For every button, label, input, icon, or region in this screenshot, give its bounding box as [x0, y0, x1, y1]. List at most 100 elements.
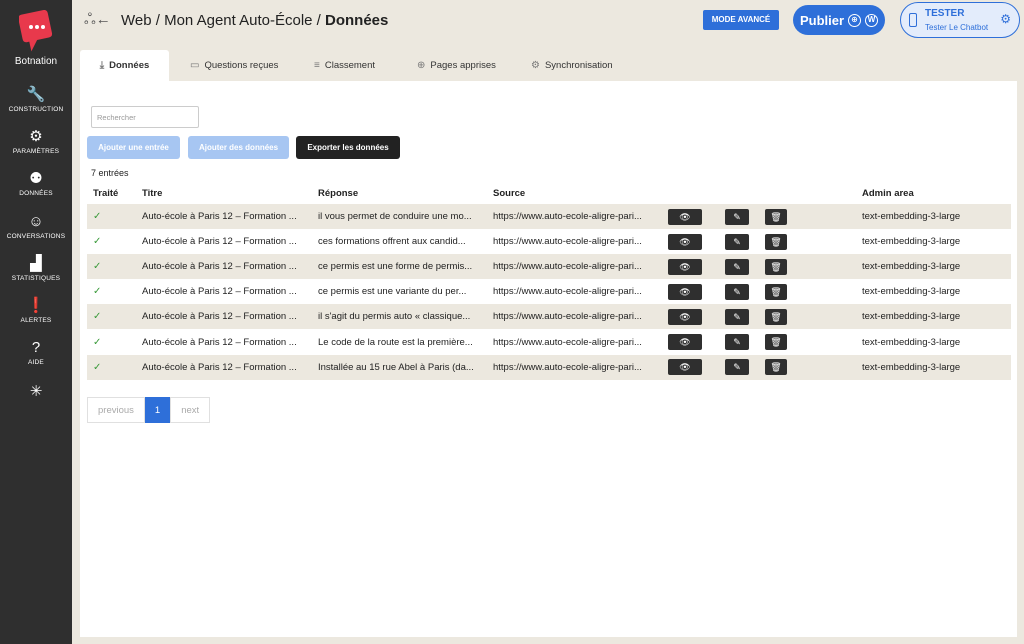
answer-cell: il vous permet de conduire une mo... [318, 211, 472, 223]
view-cell: 👁 [662, 355, 719, 380]
table-row[interactable]: ✓ Auto-école à Paris 12 – Formation ... il… [87, 204, 1011, 230]
admin-area-cell: text-embedding-3-large [862, 311, 961, 323]
tab-bar: ⤓ Données ▭ Questions reçues ≡ Classement ⊕… [80, 50, 640, 81]
sidebar-item-extra[interactable]: ✳ [0, 383, 72, 401]
eye-icon[interactable]: 👁 [668, 208, 702, 225]
sidebar-item-aide[interactable]: ? AIDE [0, 339, 72, 366]
eye-icon[interactable]: 👁 [668, 283, 702, 300]
page-1-button[interactable]: 1 [144, 397, 171, 423]
tab-synchronisation[interactable]: ⚙ Synchronisation [521, 50, 623, 81]
view-cell: 👁 [662, 229, 719, 254]
edit-icon[interactable]: ✎ [725, 233, 749, 250]
trash-icon[interactable]: 🗑 [765, 258, 787, 275]
admin-area-cell: text-embedding-3-large [862, 336, 961, 348]
answer-cell: Le code de la route est la première... [318, 336, 473, 348]
trash-icon[interactable]: 🗑 [765, 359, 787, 376]
edit-icon[interactable]: ✎ [725, 359, 749, 376]
table-row[interactable]: ✓ Auto-école à Paris 12 – Formation ... ce… [87, 229, 1011, 254]
col-header-reponse[interactable]: Réponse [312, 182, 487, 204]
advanced-mode-button[interactable]: MODE AVANCÉ [703, 10, 779, 30]
col-header-titre[interactable]: Titre [136, 182, 312, 204]
col-header-admin-area[interactable]: Admin area [856, 182, 1011, 204]
wrench-icon: 🔧 [26, 86, 46, 103]
eye-icon[interactable]: 👁 [668, 233, 702, 250]
table-row[interactable]: ✓ Auto-école à Paris 12 – Formation ... ce… [87, 279, 1011, 304]
publish-button[interactable]: Publier ⊕ W [793, 5, 885, 35]
breadcrumb-path[interactable]: Web / Mon Agent Auto-École / [121, 12, 325, 29]
view-cell: 👁 [662, 204, 719, 229]
gear-icon: ⚙ [531, 60, 540, 71]
table-row[interactable]: ✓ Auto-école à Paris 12 – Formation ... il… [87, 304, 1011, 330]
sidebar-item-conversations[interactable]: ☺ CONVERSATIONS [0, 213, 72, 240]
trash-icon[interactable]: 🗑 [765, 308, 787, 325]
publish-label: Publier [799, 12, 845, 28]
sidebar-item-paramètres[interactable]: ⚙ PARAMÈTRES [0, 128, 72, 155]
edit-icon[interactable]: ✎ [725, 258, 749, 275]
data-table: Traité Titre Réponse Source Admin area ✓… [87, 182, 1011, 380]
star-icon: ✳ [29, 383, 43, 400]
source-cell: https://www.auto-ecole-aligre-pari... [493, 361, 642, 373]
pagination: previous 1 next [87, 397, 211, 423]
col-header-traite[interactable]: Traité [87, 182, 136, 204]
edit-icon[interactable]: ✎ [725, 308, 749, 325]
answer-cell: ce permis est une variante du per... [318, 286, 467, 298]
delete-cell: 🗑 [759, 329, 856, 354]
back-icon[interactable]: ஃ← [84, 11, 111, 30]
col-header-source[interactable]: Source [487, 182, 662, 204]
title-cell: Auto-école à Paris 12 – Formation ... [142, 236, 297, 248]
tester-button[interactable]: TESTER Tester Le Chatbot ⚙ [900, 2, 1020, 38]
edit-icon[interactable]: ✎ [725, 208, 749, 225]
help-icon: ? [31, 339, 41, 356]
tab-label: Pages apprises [430, 60, 496, 71]
check-icon: ✓ [93, 286, 102, 298]
view-cell: 👁 [662, 329, 719, 354]
edit-icon[interactable]: ✎ [725, 334, 749, 351]
table-row[interactable]: ✓ Auto-école à Paris 12 – Formation ... Le… [87, 329, 1011, 354]
trash-icon[interactable]: 🗑 [765, 334, 787, 351]
table-row[interactable]: ✓ Auto-école à Paris 12 – Formation ... In… [87, 354, 1011, 380]
check-icon: ✓ [93, 211, 102, 223]
brand-logo[interactable]: Botnation [0, 9, 72, 67]
trash-icon[interactable]: 🗑 [765, 283, 787, 300]
tab-label: Synchronisation [544, 60, 613, 71]
eye-icon[interactable]: 👁 [668, 334, 702, 351]
sidebar-item-données[interactable]: ⚉ DONNÉES [0, 170, 72, 197]
check-icon: ✓ [93, 336, 102, 348]
eye-icon[interactable]: 👁 [668, 308, 702, 325]
globe-icon: ⊕ [417, 60, 426, 71]
title-cell: Auto-école à Paris 12 – Formation ... [142, 286, 297, 298]
edit-icon[interactable]: ✎ [725, 283, 749, 300]
source-cell: https://www.auto-ecole-aligre-pari... [493, 211, 642, 223]
sidebar-item-alertes[interactable]: ❗ ALERTES [0, 297, 72, 324]
gear-icon[interactable]: ⚙ [1000, 12, 1011, 26]
trash-icon[interactable]: 🗑 [765, 208, 787, 225]
trash-icon[interactable]: 🗑 [765, 233, 787, 250]
stats-icon: ▟ [30, 255, 42, 272]
sidebar-item-construction[interactable]: 🔧 CONSTRUCTION [0, 86, 72, 113]
tab-donnees[interactable]: ⤓ Données [80, 50, 169, 81]
add-data-button[interactable]: Ajouter des données [188, 136, 289, 159]
export-button[interactable]: Exporter les données [296, 136, 400, 159]
check-icon: ✓ [93, 311, 102, 323]
eye-icon[interactable]: 👁 [668, 359, 702, 376]
edit-cell: ✎ [719, 254, 759, 279]
table-row[interactable]: ✓ Auto-école à Paris 12 – Formation ... ce… [87, 254, 1011, 280]
delete-cell: 🗑 [759, 204, 856, 229]
search-input[interactable] [91, 106, 199, 128]
tab-pages-apprises[interactable]: ⊕ Pages apprises [407, 50, 506, 81]
tab-label: Questions reçues [204, 60, 279, 71]
alert-icon: ❗ [26, 297, 46, 314]
title-cell: Auto-école à Paris 12 – Formation ... [142, 211, 297, 223]
processed-cell: ✓ [87, 229, 136, 254]
processed-cell: ✓ [87, 355, 136, 380]
add-entry-button[interactable]: Ajouter une entrée [87, 136, 180, 159]
next-page-button[interactable]: next [170, 397, 211, 423]
tab-questions-recues[interactable]: ▭ Questions reçues [180, 50, 288, 81]
source-cell: https://www.auto-ecole-aligre-pari... [493, 286, 642, 298]
processed-cell: ✓ [87, 329, 136, 354]
previous-page-button[interactable]: previous [87, 397, 145, 423]
tab-classement[interactable]: ≡ Classement [304, 50, 385, 81]
sidebar-item-statistiques[interactable]: ▟ STATISTIQUES [0, 255, 72, 282]
brand-name: Botnation [14, 56, 58, 67]
eye-icon[interactable]: 👁 [668, 258, 702, 275]
